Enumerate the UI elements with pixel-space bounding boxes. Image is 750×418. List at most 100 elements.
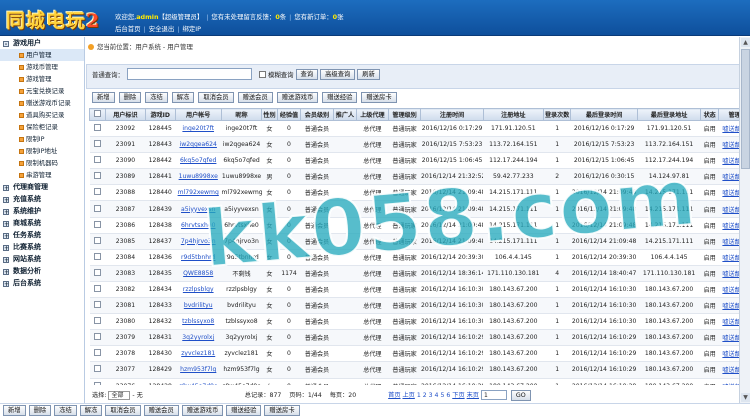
toggle-icon[interactable]: + xyxy=(3,197,9,204)
cell-用户帐号[interactable]: bvdrilityu xyxy=(175,297,222,315)
page-numbers[interactable]: 1 2 3 4 5 6 xyxy=(417,392,450,399)
sidebar-section-2[interactable]: + 充值系统 xyxy=(0,193,84,205)
column-header-1[interactable]: 用户标识 xyxy=(104,108,146,121)
toolbar-button-4[interactable]: 取消会员 xyxy=(198,92,234,103)
row-checkbox[interactable] xyxy=(93,333,101,341)
select-none-link[interactable]: 无 xyxy=(137,392,143,399)
toggle-icon[interactable]: + xyxy=(3,233,9,240)
sidebar-section-5[interactable]: + 任务系统 xyxy=(0,229,84,241)
table-row[interactable]: 23082 128434 rzzlpsblgy rzzlpsblgy 女 0 普通会员 总代理… xyxy=(89,281,750,299)
search-input[interactable] xyxy=(126,68,252,80)
cell-用户帐号[interactable]: 6hrvtsxhe0 xyxy=(175,217,222,234)
table-row[interactable]: 23085 128437 7p4hjrvo3n 7p4hjrvo3n 女 0 普通会员 总代理… xyxy=(89,233,750,250)
row-select-cell[interactable] xyxy=(89,136,106,154)
row-select-cell[interactable] xyxy=(89,281,106,299)
sidebar-section-9[interactable]: + 后台系统 xyxy=(0,277,84,289)
table-row[interactable]: 23089 128441 1uwu8998xe 1uwu8998xe 男 0 普通会员 总代理… xyxy=(89,168,750,186)
toolbar-button-6[interactable]: 赠送游戏币 xyxy=(276,92,319,103)
sidebar-item-0-0[interactable]: 用户管理 xyxy=(0,49,84,61)
column-header-0[interactable] xyxy=(89,108,106,121)
column-header-6[interactable]: 经验值 xyxy=(276,108,302,121)
sidebar-item-0-10[interactable]: 串游管理 xyxy=(0,169,84,181)
column-header-2[interactable]: 游戏ID xyxy=(144,108,176,121)
toolbar-button-3[interactable]: 解冻 xyxy=(171,92,195,103)
table-row[interactable]: 23088 128440 ml792xewmg ml792xewmg 女 0 普通会员 总代理… xyxy=(89,184,750,202)
row-select-cell[interactable] xyxy=(89,217,106,234)
row-select-cell[interactable] xyxy=(89,233,106,250)
column-header-16[interactable]: 状态 xyxy=(700,108,720,121)
column-header-8[interactable]: 推广人 xyxy=(332,108,358,121)
row-select-cell[interactable] xyxy=(89,200,106,218)
toolbar-button-7[interactable]: 赠送经验 xyxy=(322,92,358,103)
column-header-4[interactable]: 昵称 xyxy=(220,108,263,121)
cell-用户帐号[interactable]: 7p4hjrvo3n xyxy=(175,233,222,250)
bottom-button-6[interactable]: 赠送游戏币 xyxy=(181,405,224,416)
nav-logout-link[interactable]: 安全退出 xyxy=(149,25,175,33)
bottom-button-5[interactable]: 赠送会员 xyxy=(143,405,179,416)
table-row[interactable]: 23079 128431 3q2yyrolxj 3q2yyrolxj 女 0 普通会员 总代理… xyxy=(89,329,750,347)
select-all-dropdown[interactable]: 全部 xyxy=(108,390,131,400)
column-header-10[interactable]: 管理级别 xyxy=(387,108,422,121)
column-header-9[interactable]: 上级代理 xyxy=(356,108,389,121)
sidebar-section-6[interactable]: + 比赛系统 xyxy=(0,241,84,253)
bottom-button-1[interactable]: 删除 xyxy=(28,405,52,416)
column-header-12[interactable]: 注册地址 xyxy=(482,108,544,121)
toggle-icon[interactable]: + xyxy=(3,281,9,288)
cell-用户帐号[interactable]: zyvclez181 xyxy=(175,345,222,363)
row-select-cell[interactable] xyxy=(89,152,106,170)
row-checkbox[interactable] xyxy=(93,124,101,132)
table-row[interactable]: 23087 128439 a5iyyvexsn a5iyyvexsn 女 0 普通会员 总代理… xyxy=(89,200,750,218)
bottom-button-8[interactable]: 赠送房卡 xyxy=(264,405,300,416)
sidebar-section-8[interactable]: + 数据分析 xyxy=(0,265,84,277)
row-checkbox[interactable] xyxy=(93,301,101,309)
row-checkbox[interactable] xyxy=(93,268,101,276)
toggle-icon[interactable]: - xyxy=(3,41,9,48)
column-header-7[interactable]: 会员级别 xyxy=(300,108,334,121)
sidebar-section-4[interactable]: + 商城系统 xyxy=(0,217,84,229)
table-row[interactable]: 23080 128432 tzblssyxo8 tzblssyxo8 女 0 普通会员 总代理… xyxy=(89,313,750,331)
row-checkbox[interactable] xyxy=(93,172,101,180)
cell-用户帐号[interactable]: inge20t7ft xyxy=(175,120,222,138)
row-select-cell[interactable] xyxy=(89,168,106,186)
row-select-cell[interactable] xyxy=(89,361,106,379)
table-row[interactable]: 23078 128430 zyvclez181 zyvclez181 女 0 普通会员 总代理… xyxy=(89,345,750,363)
cell-用户帐号[interactable]: 1uwu8998xe xyxy=(175,168,222,186)
row-checkbox[interactable] xyxy=(93,236,101,244)
toolbar-button-8[interactable]: 赠送房卡 xyxy=(361,92,397,103)
column-header-11[interactable]: 注册时间 xyxy=(420,108,484,121)
prev-page-link[interactable]: 上页 xyxy=(402,392,414,399)
sidebar-item-0-9[interactable]: 限制机器码 xyxy=(0,157,84,169)
sidebar-section-0[interactable]: - 游戏用户 xyxy=(0,37,84,49)
row-select-cell[interactable] xyxy=(89,184,106,202)
table-row[interactable]: 23077 128429 hzm953f7lg hzm953f7lg 女 0 普通会员 总代理… xyxy=(89,361,750,379)
sidebar-section-3[interactable]: + 系统维护 xyxy=(0,205,84,217)
sidebar-item-0-5[interactable]: 道具购买记录 xyxy=(0,109,84,121)
sidebar-item-0-1[interactable]: 游戏币管理 xyxy=(0,61,84,73)
row-checkbox[interactable] xyxy=(93,204,101,212)
toolbar-button-5[interactable]: 赠送会员 xyxy=(237,92,273,103)
scroll-up-icon[interactable]: ▲ xyxy=(741,38,750,47)
cell-用户帐号[interactable]: QWE8858 xyxy=(175,265,222,282)
nav-bind-ip-link[interactable]: 绑定IP xyxy=(182,25,201,33)
sidebar-item-0-4[interactable]: 赠送游戏币记录 xyxy=(0,97,84,109)
row-checkbox[interactable] xyxy=(93,220,101,228)
cell-用户帐号[interactable]: ml792xewmg xyxy=(175,184,222,202)
fuzzy-checkbox[interactable] xyxy=(258,70,266,78)
sidebar-item-0-6[interactable]: 保险柜记录 xyxy=(0,121,84,133)
bottom-button-4[interactable]: 取消会员 xyxy=(105,405,141,416)
select-all-checkbox[interactable] xyxy=(93,110,101,117)
toolbar-button-1[interactable]: 删除 xyxy=(118,92,142,103)
column-header-13[interactable]: 登录次数 xyxy=(542,108,572,121)
row-select-cell[interactable] xyxy=(89,120,106,138)
sidebar-item-0-3[interactable]: 元宝兑换记录 xyxy=(0,85,84,97)
column-header-15[interactable]: 最后登录地址 xyxy=(636,108,702,121)
cell-用户帐号[interactable]: a5iyyvexsn xyxy=(175,200,222,218)
first-page-link[interactable]: 首页 xyxy=(388,392,400,399)
cell-用户帐号[interactable]: r9d5tbnhrd xyxy=(175,249,222,266)
scroll-thumb[interactable] xyxy=(741,49,750,169)
cell-用户帐号[interactable]: 3q2yyrolxj xyxy=(175,329,222,347)
table-row[interactable]: 23092 128445 inge20t7ft inge20t7ft 女 0 普通会员 总代理… xyxy=(89,120,750,138)
cell-用户帐号[interactable]: rzzlpsblgy xyxy=(175,281,222,299)
sidebar-item-0-2[interactable]: 游戏管理 xyxy=(0,73,84,85)
cell-用户帐号[interactable]: iw2qgea624 xyxy=(175,136,222,154)
